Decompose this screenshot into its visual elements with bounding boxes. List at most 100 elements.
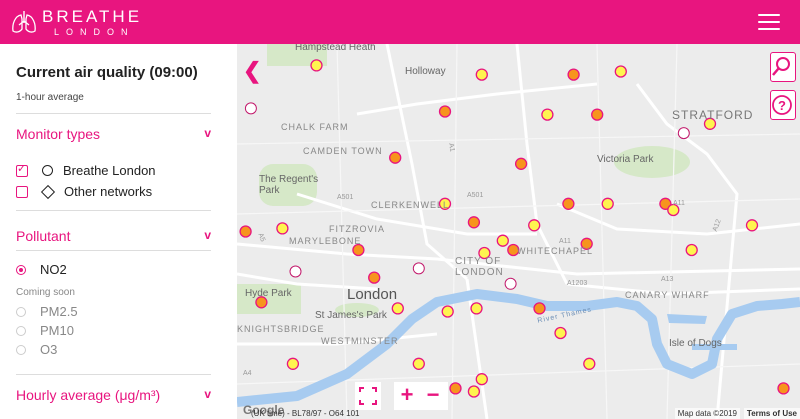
circle-symbol-icon — [42, 165, 53, 176]
pollutant-o3: O3 — [16, 342, 57, 357]
chevron-down-icon: v — [204, 387, 211, 401]
road-label: A4 — [243, 370, 252, 377]
monitor-marker[interactable] — [514, 157, 528, 170]
monitor-marker[interactable] — [438, 105, 452, 118]
fullscreen-button[interactable] — [355, 382, 381, 410]
map-label: Hampstead Heath — [295, 44, 376, 53]
monitor-marker[interactable] — [528, 219, 541, 232]
map-label: FITZROVIA — [329, 224, 385, 234]
help-icon: ? — [772, 95, 792, 115]
monitor-marker[interactable] — [276, 222, 289, 235]
monitor-marker[interactable] — [239, 225, 252, 238]
search-icon — [772, 57, 790, 76]
road-label: A13 — [661, 276, 674, 283]
monitor-marker[interactable] — [289, 265, 302, 278]
sidebar: Current air quality (09:00) 1-hour avera… — [0, 44, 238, 419]
monitor-marker[interactable] — [391, 302, 404, 315]
monitor-marker[interactable] — [389, 151, 402, 164]
map-label: Holloway — [405, 66, 446, 77]
app-header: BREATHE LONDON — [0, 0, 800, 44]
monitor-marker[interactable] — [562, 197, 575, 210]
monitor-marker[interactable] — [591, 108, 604, 121]
monitor-marker[interactable] — [244, 102, 257, 115]
monitor-marker[interactable] — [777, 382, 790, 395]
map-label: MARYLEBONE — [289, 236, 362, 246]
map-label: CITY OF LONDON — [455, 256, 504, 278]
monitor-marker[interactable] — [745, 219, 759, 232]
monitor-marker[interactable] — [475, 373, 488, 386]
road-label: A501 — [337, 194, 354, 201]
checkbox-breathe-london[interactable] — [16, 162, 28, 177]
road-label: A1 — [447, 142, 456, 153]
monitor-marker[interactable] — [541, 108, 554, 121]
chevron-down-icon: v — [204, 228, 211, 242]
road-label: A11 — [559, 238, 571, 245]
pollutant-option-label: NO2 — [40, 262, 67, 277]
monitor-marker[interactable] — [475, 68, 488, 81]
map-label: London — [347, 286, 398, 303]
page-title: Current air quality (09:00) — [16, 64, 198, 81]
radio-pm25 — [16, 306, 26, 317]
terms-link[interactable]: Terms of Use — [743, 408, 800, 419]
map-label: Victoria Park — [597, 154, 654, 165]
monitor-marker[interactable] — [286, 357, 300, 370]
monitor-types-toggle[interactable]: Monitor types v — [16, 126, 211, 142]
fullscreen-icon — [359, 387, 377, 405]
map-label: Isle of Dogs — [669, 338, 722, 349]
monitor-marker[interactable] — [496, 234, 509, 247]
monitor-marker[interactable] — [567, 68, 580, 81]
dock-water — [667, 314, 707, 324]
checkbox-other-networks[interactable] — [16, 185, 28, 198]
zoom-in-button[interactable]: + — [394, 382, 420, 410]
lungs-icon — [12, 11, 36, 33]
monitor-marker[interactable] — [368, 271, 381, 284]
pollutant-no2[interactable]: NO2 — [16, 262, 67, 277]
map-view[interactable]: Hampstead Heath Holloway STRATFORD CHALK… — [237, 44, 800, 419]
menu-icon[interactable] — [758, 14, 780, 30]
map-label: CLERKENWELL — [371, 200, 450, 210]
pollutant-pm25: PM2.5 — [16, 304, 78, 319]
pollutant-toggle[interactable]: Pollutant v — [16, 228, 211, 244]
collapse-sidebar-icon[interactable]: ❮ — [243, 58, 261, 84]
monitor-marker[interactable] — [412, 357, 425, 370]
monitor-marker[interactable] — [583, 357, 596, 370]
map-label: CHALK FARM — [281, 122, 349, 132]
monitor-marker[interactable] — [310, 59, 323, 72]
monitor-marker[interactable] — [467, 385, 481, 398]
option-label: Other networks — [64, 184, 153, 199]
option-other-networks[interactable]: Other networks — [16, 184, 152, 199]
diamond-symbol-icon — [40, 184, 56, 199]
map-label: WHITECHAPEL — [517, 246, 594, 256]
hourly-average-label: Hourly average (μg/m³) — [16, 387, 161, 403]
search-button[interactable] — [770, 52, 796, 82]
monitor-marker[interactable] — [467, 216, 481, 229]
map-label: WESTMINSTER — [321, 336, 399, 346]
monitor-marker[interactable] — [677, 127, 690, 140]
averaging-label: 1-hour average — [16, 92, 84, 103]
map-data-attribution: Map data ©2019 — [674, 408, 740, 419]
option-label: Breathe London — [63, 163, 156, 178]
road-label: A11 — [673, 200, 685, 207]
svg-text:?: ? — [778, 98, 786, 113]
help-button[interactable]: ? — [770, 90, 796, 120]
hourly-average-toggle[interactable]: Hourly average (μg/m³) v — [16, 387, 211, 403]
zoom-out-button[interactable]: − — [420, 382, 446, 410]
pollutant-pm10: PM10 — [16, 323, 74, 338]
monitor-marker[interactable] — [352, 243, 365, 257]
radio-no2[interactable] — [16, 264, 26, 275]
monitor-marker[interactable] — [449, 382, 462, 395]
monitor-marker[interactable] — [685, 243, 698, 257]
monitor-marker[interactable] — [470, 302, 483, 315]
divider — [16, 374, 211, 375]
monitor-marker[interactable] — [554, 326, 567, 340]
map-label: STRATFORD — [672, 108, 754, 122]
option-breathe-london[interactable]: Breathe London — [16, 162, 156, 178]
monitor-marker[interactable] — [504, 277, 517, 290]
monitor-marker[interactable] — [601, 197, 614, 210]
breathe-london-logo[interactable]: BREATHE LONDON — [10, 5, 150, 39]
monitor-marker[interactable] — [533, 302, 546, 315]
pollutant-option-label: PM2.5 — [40, 304, 78, 319]
monitor-marker[interactable] — [441, 305, 454, 318]
monitor-marker[interactable] — [614, 65, 627, 78]
monitor-marker[interactable] — [412, 262, 425, 275]
